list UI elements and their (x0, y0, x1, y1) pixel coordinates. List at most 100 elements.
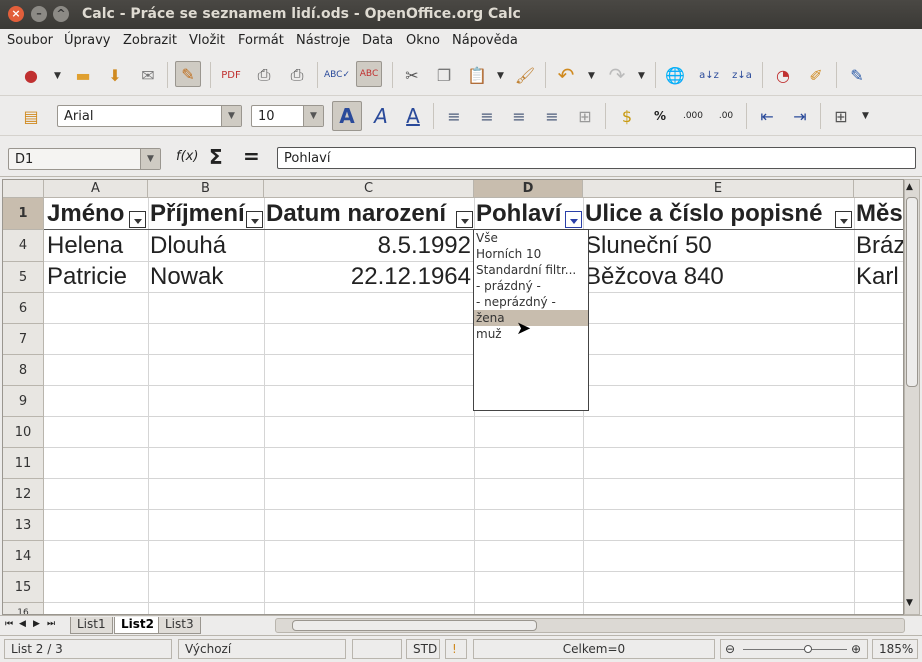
formula-input[interactable]: Pohlaví (277, 147, 916, 169)
cell-f5[interactable]: Karl (856, 262, 903, 292)
menu-format[interactable]: Formát (238, 33, 284, 48)
menu-data[interactable]: Data (362, 33, 393, 48)
currency-format-icon[interactable]: $ (614, 103, 640, 129)
row-header-10[interactable]: 10 (3, 417, 44, 448)
column-header-b[interactable]: B (148, 180, 264, 198)
export-pdf-icon[interactable]: PDF (218, 62, 244, 88)
find-replace-icon[interactable]: ✎ (844, 62, 870, 88)
new-document-icon[interactable]: ● (18, 62, 44, 88)
minimize-window-button[interactable]: – (31, 6, 47, 22)
paste-icon[interactable]: 📋 (464, 62, 490, 88)
column-header-f[interactable] (854, 180, 903, 198)
horizontal-scrollbar[interactable] (275, 618, 905, 633)
name-box[interactable]: D1 ▼ (8, 148, 161, 170)
print-icon[interactable]: ⎙ (251, 62, 277, 88)
percent-format-icon[interactable]: % (647, 103, 673, 129)
column-header-a[interactable]: A (44, 180, 148, 198)
tab-list1[interactable]: List1 (70, 617, 113, 634)
zoom-slider-knob[interactable] (804, 645, 812, 653)
cell-b5[interactable]: Nowak (150, 262, 262, 292)
status-zoom[interactable]: 185% (872, 639, 918, 659)
filter-option-empty[interactable]: - prázdný - (474, 278, 588, 294)
row-header-7[interactable]: 7 (3, 324, 44, 355)
format-paintbrush-icon[interactable]: 🖌 (512, 62, 538, 88)
tab-prev-icon[interactable]: ◀ (19, 619, 26, 629)
equals-icon[interactable]: = (243, 144, 260, 168)
row-header-14[interactable]: 14 (3, 541, 44, 572)
sort-descending-icon[interactable]: z↓a (729, 62, 755, 88)
filter-option-all[interactable]: Vše (474, 230, 588, 246)
cell-c1[interactable]: Datum narození (266, 199, 456, 229)
zoom-in-icon[interactable]: ⊕ (851, 640, 861, 658)
autofilter-button-c[interactable] (456, 211, 473, 228)
row-header-12[interactable]: 12 (3, 479, 44, 510)
bold-icon[interactable]: A (332, 101, 362, 131)
cell-d1[interactable]: Pohlaví (476, 199, 566, 229)
autofilter-button-e[interactable] (835, 211, 852, 228)
cell-c4[interactable]: 8.5.1992 (266, 231, 471, 261)
decrease-indent-icon[interactable]: ⇤ (754, 103, 780, 129)
row-header-11[interactable]: 11 (3, 448, 44, 479)
draw-functions-icon[interactable]: ✐ (803, 62, 829, 88)
cell-e1[interactable]: Ulice a číslo popisné (585, 199, 835, 229)
sum-icon[interactable]: Σ (209, 145, 223, 169)
maximize-window-button[interactable]: ^ (53, 6, 69, 22)
font-size-combobox[interactable]: 10 ▼ (251, 105, 324, 127)
cell-c5[interactable]: 22.12.1964 (266, 262, 471, 292)
function-wizard-icon[interactable]: f(x) (176, 149, 198, 164)
row-header-1[interactable]: 1 (3, 198, 44, 230)
filter-option-top10[interactable]: Horních 10 (474, 246, 588, 262)
scroll-down-icon[interactable]: ▼ (906, 598, 913, 608)
merge-cells-icon[interactable]: ⊞ (572, 103, 598, 129)
autofilter-button-b[interactable] (246, 211, 263, 228)
underline-icon[interactable]: A (400, 103, 426, 129)
menu-vlozit[interactable]: Vložit (189, 33, 225, 48)
redo-icon[interactable]: ↷ (604, 62, 630, 88)
vertical-scroll-thumb[interactable] (906, 197, 918, 387)
cell-a5[interactable]: Patricie (47, 262, 147, 292)
spreadsheet-grid[interactable]: A B C D E 1 4 5 6 7 8 9 10 11 12 13 14 1… (2, 179, 904, 615)
chart-icon[interactable]: ◔ (770, 62, 796, 88)
italic-icon[interactable]: A (368, 103, 394, 129)
cell-a4[interactable]: Helena (47, 231, 147, 261)
row-header-4[interactable]: 4 (3, 230, 44, 262)
row-header-5[interactable]: 5 (3, 262, 44, 293)
autofilter-button-d[interactable] (565, 211, 582, 228)
close-window-button[interactable]: × (8, 6, 24, 22)
remove-decimal-icon[interactable]: .00 (713, 103, 739, 129)
tab-first-icon[interactable]: ⏮ (5, 619, 13, 629)
cell-b4[interactable]: Dlouhá (150, 231, 262, 261)
select-all-corner[interactable] (3, 180, 44, 198)
filter-option-nonempty[interactable]: - neprázdný - (474, 294, 588, 310)
tab-next-icon[interactable]: ▶ (33, 619, 40, 629)
filter-option-standard[interactable]: Standardní filtr... (474, 262, 588, 278)
cell-e4[interactable]: Sluneční 50 (585, 231, 850, 261)
cell-a1[interactable]: Jméno (47, 199, 127, 229)
cell-b1[interactable]: Příjmení (150, 199, 246, 229)
vertical-scrollbar[interactable]: ▲ ▼ (904, 179, 920, 615)
menu-napoveda[interactable]: Nápověda (452, 33, 518, 48)
justify-icon[interactable]: ≡ (539, 103, 565, 129)
font-size-dropdown-icon[interactable]: ▼ (303, 106, 323, 126)
edit-mode-icon[interactable]: ✎ (175, 61, 201, 87)
menu-zobrazit[interactable]: Zobrazit (123, 33, 177, 48)
horizontal-scroll-thumb[interactable] (292, 620, 537, 631)
font-name-dropdown-icon[interactable]: ▼ (221, 106, 241, 126)
zoom-slider[interactable]: ⊖ ⊕ (720, 639, 868, 659)
add-decimal-icon[interactable]: .000 (680, 103, 706, 129)
copy-icon[interactable]: ❐ (431, 62, 457, 88)
undo-icon[interactable]: ↶ (553, 62, 579, 88)
row-header-13[interactable]: 13 (3, 510, 44, 541)
column-header-c[interactable]: C (264, 180, 474, 198)
hyperlink-icon[interactable]: 🌐 (662, 62, 688, 88)
status-selection-mode[interactable]: STD (406, 639, 440, 659)
name-box-dropdown-icon[interactable]: ▼ (140, 149, 160, 169)
status-page-style[interactable]: Výchozí (178, 639, 346, 659)
tab-list2[interactable]: List2 (114, 617, 161, 634)
align-center-icon[interactable]: ≡ (474, 103, 500, 129)
row-header-15[interactable]: 15 (3, 572, 44, 603)
menu-nastroje[interactable]: Nástroje (296, 33, 350, 48)
email-icon[interactable]: ✉ (135, 62, 161, 88)
open-folder-icon[interactable]: ▬ (70, 62, 96, 88)
cell-f4[interactable]: Bráz (856, 231, 903, 261)
